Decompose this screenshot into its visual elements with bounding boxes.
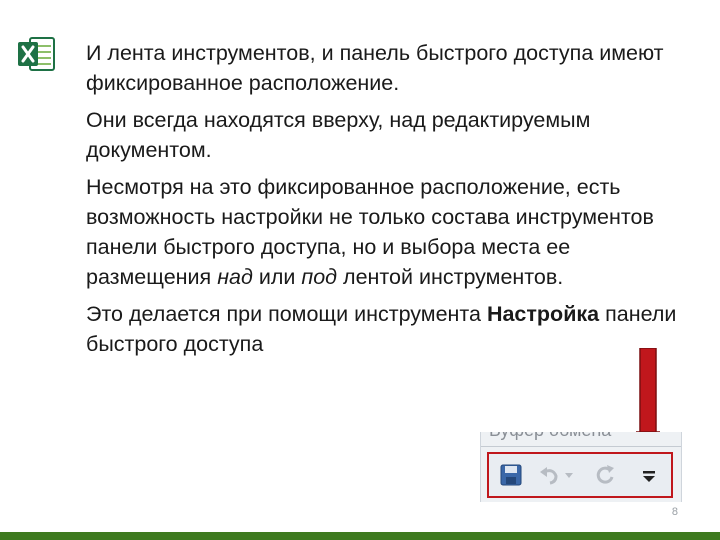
paragraph-3: Несмотря на это фиксированное расположен… (86, 172, 686, 292)
clipboard-group-label: Буфер обмена (489, 432, 611, 441)
redo-icon[interactable] (593, 462, 617, 488)
paragraph-2-text: Они всегда находятся вверху, над редакти… (86, 108, 591, 162)
slide-text: И лента инструментов, и панель быстрого … (86, 38, 686, 366)
paragraph-1-text: И лента инструментов, и панель быстрого … (86, 41, 664, 95)
qat-highlight-frame (487, 452, 673, 498)
italic-below: под (301, 265, 338, 289)
save-icon[interactable] (499, 462, 523, 488)
paragraph-1: И лента инструментов, и панель быстрого … (86, 38, 686, 98)
italic-above: над (217, 265, 253, 289)
paragraph-3-text-or: или (252, 265, 302, 289)
customize-qat-icon[interactable] (639, 462, 659, 488)
paragraph-2: Они всегда находятся вверху, над редакти… (86, 105, 686, 165)
footer-bar (0, 532, 720, 540)
undo-dropdown-icon[interactable] (563, 462, 575, 488)
undo-icon[interactable] (537, 462, 561, 488)
paragraph-4-text: Это делается при помощи инструмента (86, 302, 487, 326)
paragraph-4: Это делается при помощи инструмента Наст… (86, 299, 686, 359)
ribbon-divider (481, 446, 681, 447)
quick-access-toolbar-image: Буфер обмена (480, 432, 682, 502)
paragraph-3-text-end: лентой инструментов. (337, 265, 564, 289)
page-number: 8 (671, 506, 678, 518)
excel-logo-icon (14, 32, 58, 76)
customize-term: Настройка (486, 302, 600, 326)
